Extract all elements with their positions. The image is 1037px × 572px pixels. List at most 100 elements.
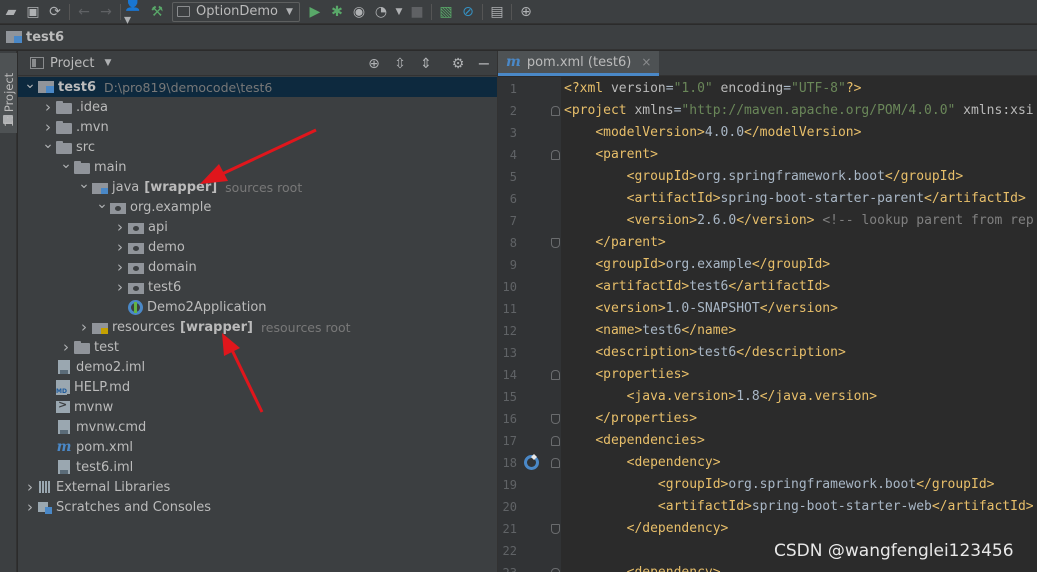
code-line[interactable]: 23 <dependency> — [498, 562, 1037, 572]
code-line[interactable]: 1 <?xml version="1.0" encoding="UTF-8"?> — [498, 78, 1037, 100]
code-line[interactable]: 18 <dependency> — [498, 452, 1037, 474]
back-arrow-icon[interactable]: ← — [73, 1, 95, 23]
close-icon[interactable]: × — [641, 55, 651, 69]
chevron-right-icon[interactable]: › — [112, 238, 128, 256]
chevron-right-icon[interactable]: › — [40, 98, 56, 116]
fold-marker-icon[interactable] — [551, 238, 560, 248]
settings-gear-icon[interactable]: ⚙ — [445, 56, 471, 72]
tree-item[interactable]: ⌄ org.example — [18, 196, 497, 217]
tree-item[interactable]: ⌄ test6 D:\pro819\democode\test6 — [18, 76, 497, 97]
chevron-right-icon[interactable]: › — [22, 498, 38, 516]
code-line[interactable]: 15 <java.version>1.8</java.version> — [498, 386, 1037, 408]
tree-item[interactable]: ⌄ src — [18, 136, 497, 157]
fold-marker-icon[interactable] — [551, 458, 560, 468]
coverage-icon[interactable]: ◉ — [348, 1, 370, 23]
chevron-right-icon[interactable]: › — [112, 258, 128, 276]
chevron-right-icon[interactable]: › — [58, 338, 74, 356]
tree-item[interactable]: › domain — [18, 257, 497, 277]
tree-item[interactable]: ›Demo2Application — [18, 297, 497, 317]
locate-target-icon[interactable]: ⊕ — [361, 56, 387, 72]
chevron-right-icon[interactable]: › — [22, 478, 38, 496]
chevron-right-icon[interactable]: › — [76, 318, 92, 336]
editor-tab-pom-xml[interactable]: m pom.xml (test6) × — [498, 51, 660, 76]
fold-marker-icon[interactable] — [551, 568, 560, 572]
tree-item[interactable]: ›demo2.iml — [18, 357, 497, 377]
profile-icon[interactable]: ◔ — [370, 1, 392, 23]
chevron-right-icon[interactable]: › — [112, 218, 128, 236]
code-line[interactable]: 13 <description>test6</description> — [498, 342, 1037, 364]
build-hammer-icon[interactable]: ⚒ — [146, 1, 168, 23]
tree-item[interactable]: › Scratches and Consoles — [18, 497, 497, 517]
stop-icon[interactable]: ■ — [406, 1, 428, 23]
tree-item[interactable]: › .idea — [18, 97, 497, 117]
code-line[interactable]: 21 </dependency> — [498, 518, 1037, 540]
chevron-down-icon[interactable]: ⌄ — [58, 156, 74, 172]
code-line[interactable]: 8 </parent> — [498, 232, 1037, 254]
code-line[interactable]: 14 <properties> — [498, 364, 1037, 386]
code-lines[interactable]: 1 <?xml version="1.0" encoding="UTF-8"?> 2… — [498, 77, 1037, 572]
chevron-down-icon[interactable]: ⌄ — [40, 136, 56, 152]
open-folder-icon[interactable]: ▰ — [0, 1, 22, 23]
chevron-down-icon[interactable]: ⌄ — [22, 76, 38, 92]
tree-item[interactable]: › .mvn — [18, 117, 497, 137]
sync-icon[interactable]: ⟳ — [44, 1, 66, 23]
chevron-right-icon[interactable]: › — [112, 278, 128, 296]
tree-item[interactable]: › api — [18, 217, 497, 237]
code-line[interactable]: 9 <groupId>org.example</groupId> — [498, 254, 1037, 276]
tree-item[interactable]: ⌄ main — [18, 156, 497, 177]
fold-marker-icon[interactable] — [551, 370, 560, 380]
fold-marker-icon[interactable] — [551, 150, 560, 160]
debug-bug-icon[interactable]: ✱ — [326, 1, 348, 23]
tree-item[interactable]: › External Libraries — [18, 477, 497, 497]
save-icon[interactable]: ▣ — [22, 1, 44, 23]
code-line[interactable]: 16 </properties> — [498, 408, 1037, 430]
more-run-chevron-icon[interactable]: ▼ — [392, 1, 406, 23]
tree-item[interactable]: ›mpom.xml — [18, 437, 497, 457]
code-line[interactable]: 7 <version>2.6.0</version> <!-- lookup p… — [498, 210, 1037, 232]
tree-item[interactable]: › test6 — [18, 277, 497, 297]
user-dropdown-icon[interactable]: 👤▾ — [124, 0, 146, 28]
tree-item[interactable]: ›mvnw.cmd — [18, 417, 497, 437]
tree-item[interactable]: › resources [wrapper] resources root — [18, 317, 497, 337]
plugin-plus-icon[interactable]: ⊕ — [515, 1, 537, 23]
chevron-down-icon[interactable]: ⌄ — [94, 196, 110, 212]
code-line[interactable]: 19 <groupId>org.springframework.boot</gr… — [498, 474, 1037, 496]
tree-item[interactable]: › demo — [18, 237, 497, 257]
chevron-down-icon[interactable]: ▼ — [104, 58, 111, 68]
no-entry-icon[interactable]: ⊘ — [457, 1, 479, 23]
code-line[interactable]: 6 <artifactId>spring-boot-starter-parent… — [498, 188, 1037, 210]
fold-marker-icon[interactable] — [551, 106, 560, 116]
project-structure-icon[interactable]: ▤ — [486, 1, 508, 23]
code-line[interactable]: 10 <artifactId>test6</artifactId> — [498, 276, 1037, 298]
code-line[interactable]: 20 <artifactId>spring-boot-starter-web</… — [498, 496, 1037, 518]
code-token: xmlns — [634, 103, 674, 118]
breadcrumb-project[interactable]: test6 — [26, 30, 64, 45]
code-line[interactable]: 2 <project xmlns="http://maven.apache.org… — [498, 100, 1037, 122]
monitor-graph-icon[interactable]: ▧ — [435, 1, 457, 23]
code-line[interactable]: 4 <parent> — [498, 144, 1037, 166]
chevron-right-icon[interactable]: › — [40, 118, 56, 136]
expand-all-icon[interactable]: ⇳ — [387, 56, 413, 72]
project-panel-title[interactable]: Project — [50, 56, 94, 71]
tree-item[interactable]: ›HELP.md — [18, 377, 497, 397]
collapse-all-icon[interactable]: ⇕ — [413, 56, 439, 72]
fold-marker-icon[interactable] — [551, 524, 560, 534]
chevron-down-icon[interactable]: ⌄ — [76, 176, 92, 192]
forward-arrow-icon[interactable]: → — [95, 1, 117, 23]
code-line[interactable]: 5 <groupId>org.springframework.boot</gro… — [498, 166, 1037, 188]
tree-item[interactable]: ⌄ java [wrapper] sources root — [18, 176, 497, 197]
run-config-selector[interactable]: OptionDemo ▼ — [172, 1, 300, 22]
project-tool-tab[interactable]: 1: Project — [0, 53, 17, 133]
code-line[interactable]: 17 <dependencies> — [498, 430, 1037, 452]
run-icon[interactable]: ▶ — [304, 1, 326, 23]
fold-marker-icon[interactable] — [551, 436, 560, 446]
tree-item[interactable]: › test — [18, 337, 497, 357]
fold-marker-icon[interactable] — [551, 414, 560, 424]
code-line[interactable]: 12 <name>test6</name> — [498, 320, 1037, 342]
spring-gutter-icon[interactable] — [524, 455, 539, 470]
tree-item[interactable]: ›mvnw — [18, 397, 497, 417]
code-line[interactable]: 3 <modelVersion>4.0.0</modelVersion> — [498, 122, 1037, 144]
code-line[interactable]: 11 <version>1.0-SNAPSHOT</version> — [498, 298, 1037, 320]
hide-panel-icon[interactable]: − — [471, 54, 497, 73]
tree-item[interactable]: ›test6.iml — [18, 457, 497, 477]
